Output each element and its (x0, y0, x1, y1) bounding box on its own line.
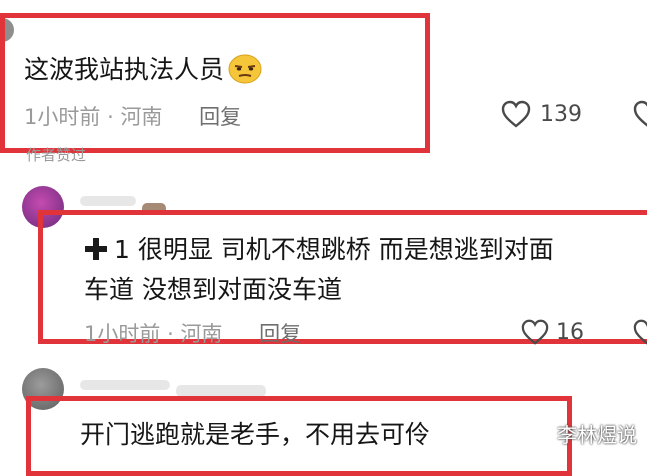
heart-icon (520, 318, 550, 346)
heart-icon (500, 99, 532, 129)
comment-time: 1小时前 (84, 322, 161, 346)
heart-icon (632, 99, 647, 129)
author-liked-badge: 作者赞过 (26, 146, 87, 164)
like-button[interactable]: 16 (520, 318, 584, 346)
like-button[interactable]: 139 (500, 99, 582, 129)
comment-time: 1小时前 (24, 105, 101, 129)
comment-text: 1 很明显 司机不想跳桥 而是想逃到对面 (84, 233, 554, 270)
comment-text-line1: 1 很明显 司机不想跳桥 而是想逃到对面 (114, 235, 554, 264)
comment-meta: 1小时前 · 河南 回复 (84, 318, 301, 348)
like-count: 139 (540, 101, 582, 127)
meta-separator: · (107, 105, 114, 129)
comment-text-line2: 车道 没想到对面没车道 (84, 275, 342, 304)
meta-separator: · (167, 322, 174, 346)
watermark: 李林煜说 (557, 423, 637, 447)
comment-location: 河南 (120, 105, 163, 129)
heart-icon (632, 318, 647, 346)
comment-text: 这波我站执法人员 (24, 53, 262, 93)
username[interactable] (80, 196, 136, 206)
comment-location: 河南 (180, 322, 223, 346)
smirk-emoji-icon (228, 54, 262, 93)
like-button-cropped[interactable] (632, 99, 647, 129)
plus-icon (84, 236, 108, 270)
reply-button[interactable]: 回复 (199, 105, 241, 129)
reply-button[interactable]: 回复 (259, 322, 301, 346)
comment-text: 开门逃跑就是老手，不用去可伶 (80, 420, 431, 449)
like-button-cropped[interactable] (632, 318, 647, 346)
comment-meta: 1小时前 · 河南 回复 (24, 101, 241, 131)
like-count: 16 (556, 319, 584, 345)
username[interactable] (80, 380, 170, 390)
